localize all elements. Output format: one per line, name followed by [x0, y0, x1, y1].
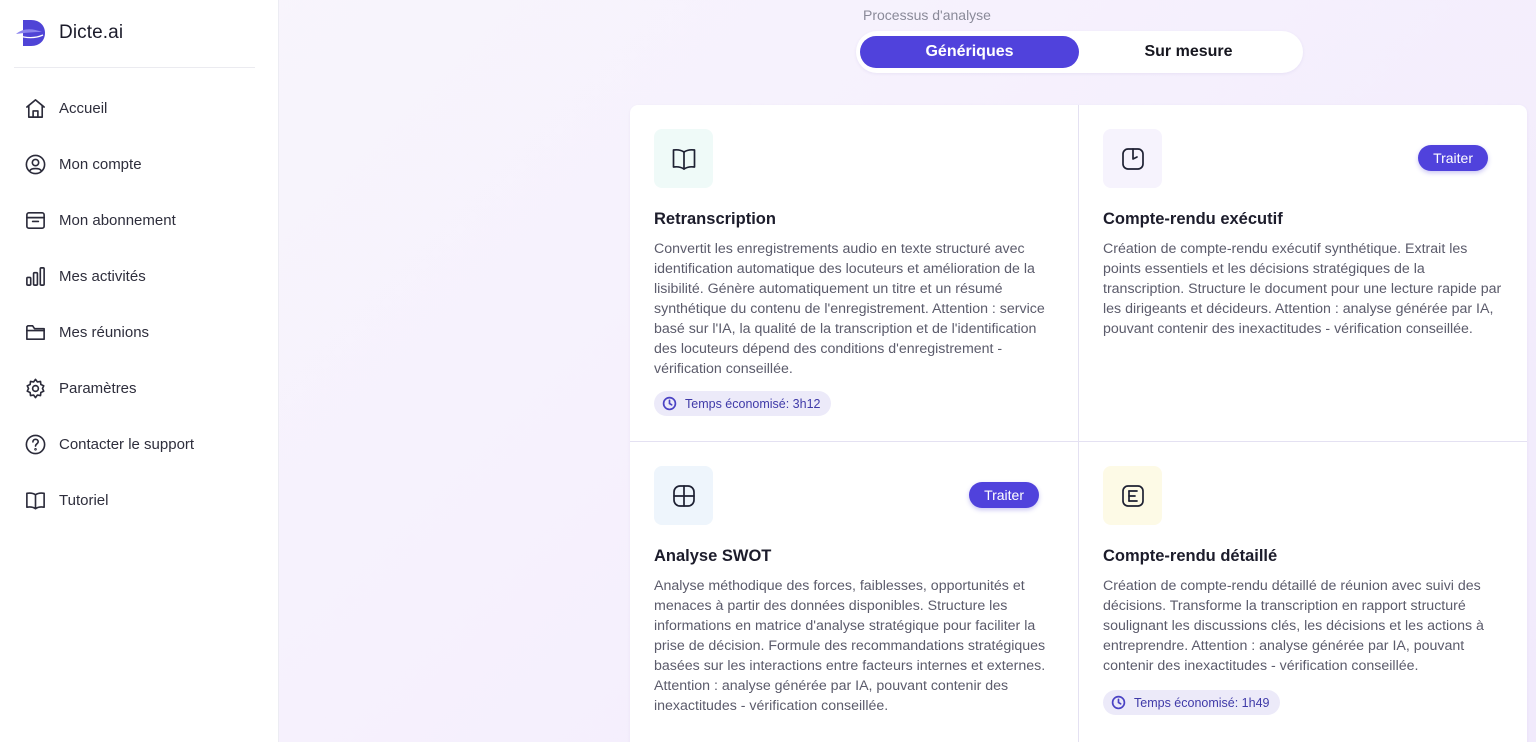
bar-chart-icon	[22, 263, 48, 289]
card-title: Compte-rendu exécutif	[1103, 210, 1283, 228]
sidebar-item-mes-reunions[interactable]: Mes réunions	[0, 304, 279, 360]
card-title: Compte-rendu détaillé	[1103, 547, 1278, 565]
gear-icon	[22, 375, 48, 401]
sidebar-item-mon-abonnement[interactable]: Mon abonnement	[0, 192, 279, 248]
sidebar-item-parametres[interactable]: Paramètres	[0, 360, 279, 416]
sidebar-item-mes-activites[interactable]: Mes activités	[0, 248, 279, 304]
home-icon	[22, 95, 48, 121]
sidebar-item-label: Mes activités	[59, 267, 146, 285]
card-description: Création de compte-rendu exécutif synthé…	[1103, 241, 1502, 337]
card-compte-rendu-detaille[interactable]: Compte-rendu détaillé Création de compte…	[1079, 442, 1527, 742]
book-open-icon	[22, 487, 48, 513]
sidebar-item-mon-compte[interactable]: Mon compte	[0, 136, 279, 192]
card-description: Analyse méthodique des forces, faiblesse…	[654, 578, 1046, 714]
process-toggle: Génériques Sur mesure	[856, 31, 1303, 73]
sidebar-divider	[14, 67, 255, 68]
brand-name: Dicte.ai	[59, 22, 124, 43]
sidebar-item-label: Mon abonnement	[59, 211, 176, 229]
clock-icon	[1111, 695, 1126, 710]
tab-generiques[interactable]: Génériques	[860, 36, 1079, 68]
card-description: Création de compte-rendu détaillé de réu…	[1103, 578, 1484, 674]
sidebar-item-label: Accueil	[59, 99, 108, 117]
process-caption: Processus d'analyse	[863, 7, 991, 23]
document-lines-icon	[1103, 466, 1162, 525]
sidebar-item-label: Tutoriel	[59, 491, 109, 509]
time-saved-badge: Temps économisé: 1h49	[1103, 690, 1280, 715]
brand[interactable]: Dicte.ai	[14, 16, 123, 50]
sidebar-nav: Accueil Mon compte Mon abonnement Mes ac…	[0, 80, 279, 528]
help-circle-icon	[22, 431, 48, 457]
time-saved-text: Temps économisé: 3h12	[685, 396, 821, 411]
time-saved-text: Temps économisé: 1h49	[1134, 695, 1270, 710]
card-title: Retranscription	[654, 210, 776, 228]
user-circle-icon	[22, 151, 48, 177]
clock-square-icon	[1103, 129, 1162, 188]
dicte-logo-icon	[16, 20, 45, 46]
card-retranscription[interactable]: Retranscription Convertit les enregistre…	[630, 105, 1078, 441]
sidebar-item-accueil[interactable]: Accueil	[0, 80, 279, 136]
grid-quadrant-icon	[654, 466, 713, 525]
tab-sur-mesure[interactable]: Sur mesure	[1079, 36, 1298, 68]
sidebar-item-label: Mon compte	[59, 155, 142, 173]
book-open-icon	[654, 129, 713, 188]
sidebar-item-contacter-support[interactable]: Contacter le support	[0, 416, 279, 472]
sidebar-item-label: Contacter le support	[59, 435, 195, 453]
process-cards-grid: Retranscription Convertit les enregistre…	[630, 105, 1527, 742]
traiter-button[interactable]: Traiter	[969, 482, 1039, 508]
archive-box-icon	[22, 207, 48, 233]
time-saved-badge: Temps économisé: 3h12	[654, 391, 831, 416]
clock-icon	[662, 396, 677, 411]
folder-icon	[22, 319, 48, 345]
sidebar-item-tutoriel[interactable]: Tutoriel	[0, 472, 279, 528]
card-analyse-swot[interactable]: Traiter Analyse SWOT Analyse méthodique …	[630, 442, 1078, 742]
card-title: Analyse SWOT	[654, 547, 772, 565]
sidebar-item-label: Paramètres	[59, 379, 137, 397]
card-compte-rendu-executif[interactable]: Traiter Compte-rendu exécutif Création d…	[1079, 105, 1527, 441]
sidebar: Dicte.ai Accueil Mon compte Mon abonneme…	[0, 0, 279, 742]
sidebar-item-label: Mes réunions	[59, 323, 150, 341]
traiter-button[interactable]: Traiter	[1418, 145, 1488, 171]
card-description: Convertit les enregistrements audio en t…	[654, 241, 1045, 377]
